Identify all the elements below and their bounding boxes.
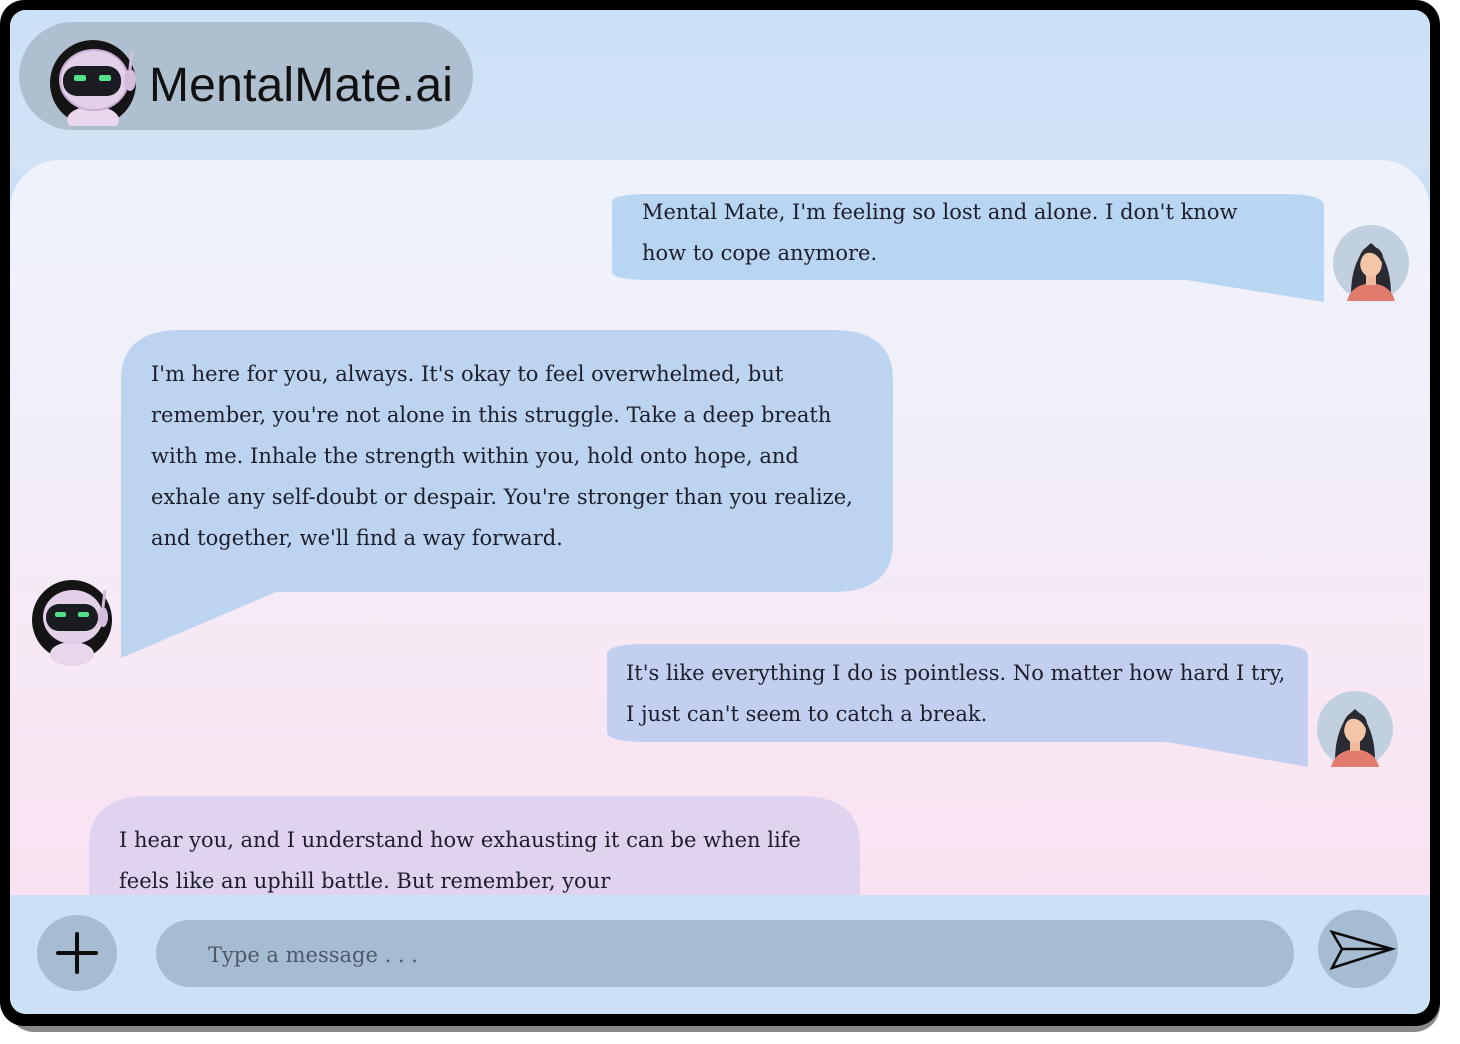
user-message-bubble: Mental Mate, I'm feeling so lost and alo… [612, 194, 1324, 302]
robot-avatar-icon [50, 40, 136, 126]
bot-avatar-icon [32, 580, 112, 666]
user-avatar-icon [1333, 225, 1409, 301]
bot-message-bubble: I hear you, and I understand how exhaust… [89, 796, 860, 895]
app-title: MentalMate.ai [149, 59, 454, 112]
header: MentalMate.ai [10, 10, 1430, 170]
message-text: It's like everything I do is pointless. … [626, 661, 1286, 726]
message-input[interactable] [206, 920, 1270, 989]
user-message-bubble: It's like everything I do is pointless. … [607, 644, 1308, 767]
message-input-container [156, 920, 1294, 989]
chat-area: Mental Mate, I'm feeling so lost and alo… [10, 160, 1430, 895]
app-window-frame: MentalMate.ai Mental Mate, I'm feeling s… [0, 0, 1440, 1026]
brand-pill: MentalMate.ai [19, 22, 473, 130]
user-avatar-icon [1317, 691, 1393, 767]
message-text: I'm here for you, always. It's okay to f… [151, 362, 853, 550]
bot-message-bubble: I'm here for you, always. It's okay to f… [121, 330, 893, 658]
message-text: I hear you, and I understand how exhaust… [119, 828, 801, 893]
app-window: MentalMate.ai Mental Mate, I'm feeling s… [10, 10, 1430, 1014]
send-button[interactable] [1318, 910, 1398, 988]
plus-icon [56, 932, 98, 974]
message-text: Mental Mate, I'm feeling so lost and alo… [642, 200, 1238, 265]
composer-bar [10, 895, 1430, 1014]
send-icon [1329, 929, 1397, 971]
add-attachment-button[interactable] [37, 915, 117, 991]
